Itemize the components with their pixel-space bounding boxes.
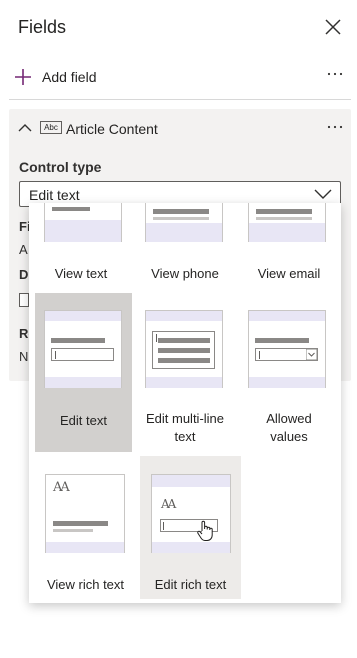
panel-title: Fields <box>18 17 67 37</box>
option-thumb <box>248 310 326 388</box>
text-field-icon: Abc <box>40 121 62 134</box>
option-label: Edit multi-line text <box>145 411 225 444</box>
field-more-icon[interactable] <box>324 119 346 135</box>
option-edit-multiline-text[interactable]: Edit multi-line text <box>133 293 237 452</box>
option-label: Edit text <box>60 413 107 428</box>
option-label: View email <box>257 266 321 281</box>
chevron-up-icon[interactable] <box>18 121 32 135</box>
hidden-value-1: A <box>19 242 28 257</box>
option-label: View text <box>54 266 108 281</box>
option-thumb <box>248 203 326 242</box>
option-label: View phone <box>151 266 219 281</box>
divider <box>9 99 351 100</box>
option-edit-text[interactable]: Edit text <box>35 293 132 452</box>
option-thumb <box>44 203 122 242</box>
control-type-value: Edit text <box>29 187 80 203</box>
option-view-rich-text[interactable]: AA View rich text <box>35 456 136 599</box>
add-field-row: Add field <box>0 60 357 94</box>
rich-text-glyph: AA <box>161 497 176 511</box>
hidden-value-3: N <box>19 349 29 364</box>
option-allowed-values[interactable]: Allowed values <box>237 293 341 452</box>
option-thumb: AA <box>45 474 125 553</box>
option-label: Edit rich text <box>154 577 227 592</box>
option-view-email[interactable]: View email <box>237 203 341 289</box>
chevron-down-icon <box>314 189 332 199</box>
option-view-text[interactable]: View text <box>29 203 133 289</box>
hand-cursor-icon <box>197 520 213 541</box>
option-thumb <box>44 310 122 388</box>
add-field-button[interactable]: Add field <box>14 67 96 87</box>
option-label: View rich text <box>46 577 125 592</box>
control-type-popup: View text View phone View email Edit tex… <box>29 203 341 603</box>
field-title: Article Content <box>66 121 158 137</box>
control-type-label: Control type <box>19 159 102 175</box>
hidden-label-2: D <box>19 267 29 282</box>
panel-header: Fields <box>0 0 357 56</box>
add-field-label: Add field <box>42 69 97 85</box>
close-icon[interactable] <box>322 16 344 38</box>
field-card-header[interactable]: Abc Article Content <box>9 109 351 149</box>
plus-icon <box>15 69 31 85</box>
option-view-phone[interactable]: View phone <box>133 203 237 289</box>
hidden-field-box <box>19 293 29 307</box>
option-thumb: AA <box>151 474 231 553</box>
more-icon[interactable] <box>324 64 346 84</box>
option-label: Allowed values <box>266 411 312 444</box>
option-thumb <box>145 203 223 242</box>
rich-text-glyph: AA <box>53 480 70 495</box>
option-edit-rich-text[interactable]: AA Edit rich text <box>140 456 241 599</box>
option-thumb <box>145 310 223 388</box>
